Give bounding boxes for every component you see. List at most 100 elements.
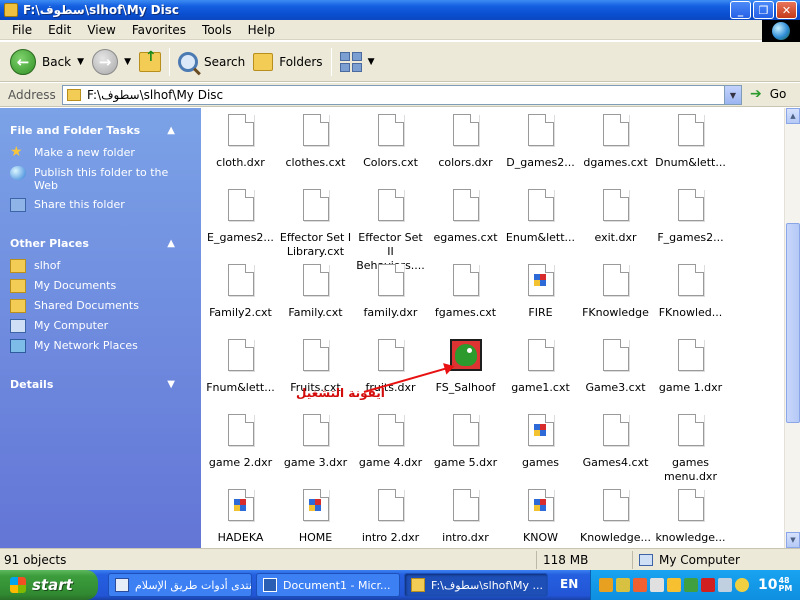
chevron-down-icon[interactable]: ▼ — [124, 57, 131, 67]
maximize-button[interactable]: ❐ — [753, 1, 774, 19]
vertical-scrollbar[interactable]: ▲ ▼ — [784, 108, 800, 548]
tray-app-icon[interactable] — [616, 578, 630, 592]
collapse-icon[interactable]: ▲ — [167, 125, 175, 136]
file-item[interactable]: game1.cxt — [503, 339, 578, 395]
up-folder-button[interactable] — [135, 45, 165, 79]
file-item[interactable]: E_games2... — [203, 189, 278, 245]
file-item[interactable]: intro 2.dxr — [353, 489, 428, 545]
file-item[interactable]: Dnum&lett... — [653, 114, 728, 170]
chevron-down-icon[interactable]: ▼ — [77, 57, 84, 67]
minimize-button[interactable]: _ — [730, 1, 751, 19]
file-item[interactable]: Games4.cxt — [578, 414, 653, 470]
file-item[interactable]: FS_Salhoof — [428, 339, 503, 395]
menu-favorites[interactable]: Favorites — [124, 23, 194, 37]
file-icon — [602, 414, 629, 446]
file-icon — [602, 339, 629, 371]
other-places-header[interactable]: Other Places ▲ — [10, 231, 191, 256]
address-bar: Address F:\سطوف\slhof\My Disc ▼ ➔ Go — [0, 83, 800, 107]
address-input[interactable]: F:\سطوف\slhof\My Disc ▼ — [62, 85, 742, 105]
title-bar[interactable]: F:\سطوف\slhof\My Disc _ ❐ ✕ — [0, 0, 800, 20]
file-item[interactable]: Effector Set II Behaviors.... — [353, 189, 428, 273]
file-item[interactable]: game 5.dxr — [428, 414, 503, 470]
clock[interactable]: 10 48 PM — [758, 577, 792, 594]
taskbar-item-explorer[interactable]: F:\سطوف\slhof\My ... — [404, 573, 548, 597]
file-item[interactable]: clothes.cxt — [278, 114, 353, 170]
expand-icon[interactable]: ▼ — [167, 379, 175, 390]
file-item[interactable]: fgames.cxt — [428, 264, 503, 320]
file-item[interactable]: Knowledge... — [578, 489, 653, 545]
start-button[interactable]: start — [0, 570, 98, 600]
menu-view[interactable]: View — [79, 23, 123, 37]
file-item[interactable]: games — [503, 414, 578, 470]
file-item[interactable]: FKnowled... — [653, 264, 728, 320]
file-item[interactable]: intro.dxr — [428, 489, 503, 545]
file-item[interactable]: Fnum&lett... — [203, 339, 278, 395]
tray-app-icon[interactable] — [684, 578, 698, 592]
file-item[interactable]: game 2.dxr — [203, 414, 278, 470]
taskbar-item-word[interactable]: Document1 - Micr... — [256, 573, 400, 597]
language-indicator[interactable]: EN — [560, 577, 578, 591]
menu-file[interactable]: File — [4, 23, 40, 37]
menu-edit[interactable]: Edit — [40, 23, 79, 37]
file-item[interactable]: dgames.cxt — [578, 114, 653, 170]
file-item[interactable]: family.dxr — [353, 264, 428, 320]
file-item[interactable]: game 1.dxr — [653, 339, 728, 395]
file-item[interactable]: games menu.dxr — [653, 414, 728, 484]
scroll-down-button[interactable]: ▼ — [786, 532, 800, 548]
place-my-computer[interactable]: My Computer — [10, 316, 191, 336]
go-button[interactable]: ➔ Go — [750, 86, 786, 102]
taskbar-item-browser[interactable]: منتدى أدوات طريق الإسلام - ... — [108, 573, 252, 597]
file-item[interactable]: Game3.cxt — [578, 339, 653, 395]
tray-app-icon[interactable] — [701, 578, 715, 592]
file-item[interactable]: FIRE — [503, 264, 578, 320]
file-item[interactable]: game 4.dxr — [353, 414, 428, 470]
volume-icon[interactable] — [718, 578, 732, 592]
file-icon — [302, 189, 329, 221]
views-button[interactable]: ▼ — [336, 45, 379, 79]
file-item[interactable]: D_games2... — [503, 114, 578, 170]
file-item[interactable]: colors.dxr — [428, 114, 503, 170]
file-item[interactable]: exit.dxr — [578, 189, 653, 245]
file-item[interactable]: egames.cxt — [428, 189, 503, 245]
chevron-down-icon[interactable]: ▼ — [368, 57, 375, 67]
details-header[interactable]: Details ▼ — [10, 372, 191, 397]
file-item[interactable]: KNOW — [503, 489, 578, 545]
file-item[interactable]: Enum&lett... — [503, 189, 578, 245]
file-item[interactable]: game 3.dxr — [278, 414, 353, 470]
scroll-up-button[interactable]: ▲ — [786, 108, 800, 124]
file-item[interactable]: Effector Set I Library.cxt — [278, 189, 353, 259]
collapse-icon[interactable]: ▲ — [167, 238, 175, 249]
back-button[interactable]: ← Back ▼ — [6, 45, 88, 79]
place-slhof[interactable]: slhof — [10, 256, 191, 276]
file-item[interactable]: Family2.cxt — [203, 264, 278, 320]
task-share-folder[interactable]: Share this folder — [10, 195, 191, 215]
messenger-icon[interactable] — [735, 578, 749, 592]
file-view[interactable]: cloth.dxr clothes.cxt Colors.cxt colors.dxr… — [201, 108, 784, 548]
folders-button[interactable]: Folders — [249, 45, 326, 79]
shield-icon[interactable] — [667, 578, 681, 592]
file-item[interactable]: knowledge... — [653, 489, 728, 545]
tray-app-icon[interactable] — [599, 578, 613, 592]
file-item[interactable]: HADEKA — [203, 489, 278, 545]
menu-help[interactable]: Help — [240, 23, 283, 37]
place-my-documents[interactable]: My Documents — [10, 276, 191, 296]
tray-app-icon[interactable] — [633, 578, 647, 592]
scroll-thumb[interactable] — [786, 223, 800, 423]
file-item[interactable]: Family.cxt — [278, 264, 353, 320]
task-new-folder[interactable]: ★ Make a new folder — [10, 143, 191, 163]
place-my-network-places[interactable]: My Network Places — [10, 336, 191, 356]
file-folder-tasks-header[interactable]: File and Folder Tasks ▲ — [10, 118, 191, 143]
menu-tools[interactable]: Tools — [194, 23, 240, 37]
file-item[interactable]: cloth.dxr — [203, 114, 278, 170]
search-button[interactable]: Search — [174, 45, 249, 79]
forward-button[interactable]: → ▼ — [88, 45, 135, 79]
address-dropdown-button[interactable]: ▼ — [724, 86, 741, 104]
close-button[interactable]: ✕ — [776, 1, 797, 19]
file-item[interactable]: Colors.cxt — [353, 114, 428, 170]
file-item[interactable]: F_games2... — [653, 189, 728, 245]
file-item[interactable]: HOME — [278, 489, 353, 545]
tray-app-icon[interactable] — [650, 578, 664, 592]
task-publish-web[interactable]: Publish this folder to the Web — [10, 163, 191, 195]
place-shared-documents[interactable]: Shared Documents — [10, 296, 191, 316]
file-item[interactable]: FKnowledge — [578, 264, 653, 320]
